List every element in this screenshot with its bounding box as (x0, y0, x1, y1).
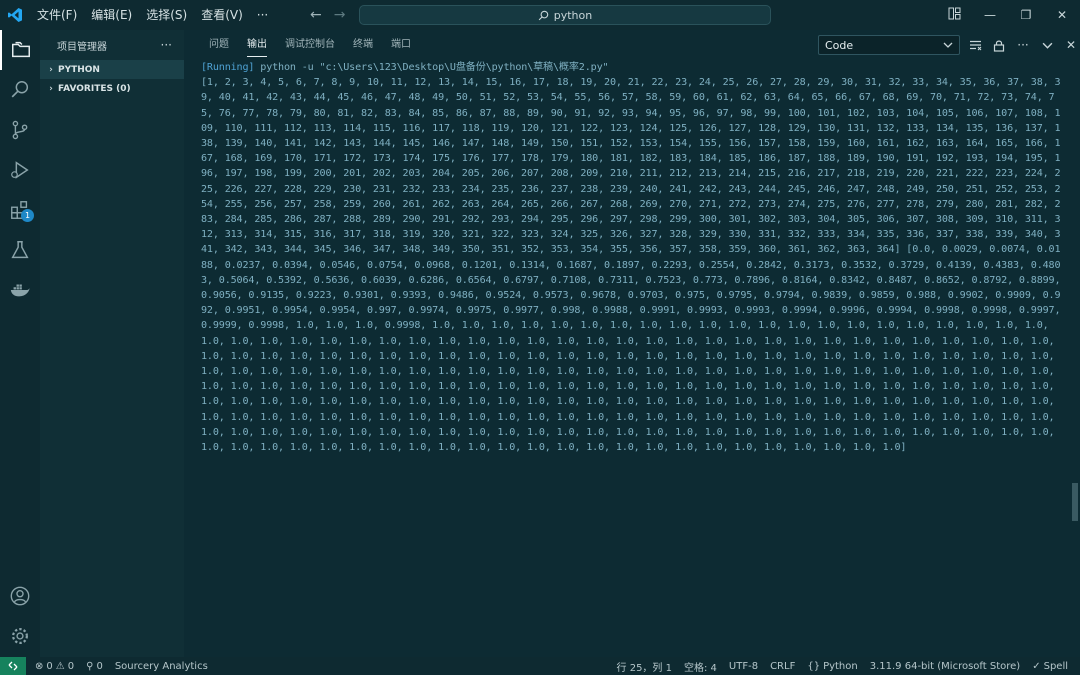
title-bar: 文件(F) 编辑(E) 选择(S) 查看(V) ··· ← → python —… (0, 0, 1080, 30)
panel-actions: ··· ✕ (966, 30, 1080, 60)
explorer-icon[interactable] (0, 30, 40, 70)
output-channel-select[interactable]: Code (818, 35, 960, 55)
output-panel: 问题 输出 调试控制台 终端 端口 Code ··· ✕ [Running] p… (184, 30, 1080, 657)
chevron-right-icon: › (49, 83, 53, 94)
warning-icon: ⚠ (55, 660, 65, 672)
error-count: 0 (46, 660, 53, 672)
menu-edit[interactable]: 编辑(E) (84, 0, 139, 30)
tab-output[interactable]: 输出 (238, 30, 276, 60)
run-debug-icon[interactable] (0, 150, 40, 190)
encoding[interactable]: UTF-8 (723, 661, 764, 672)
menu-selection[interactable]: 选择(S) (139, 0, 194, 30)
close-panel-icon[interactable]: ✕ (1062, 38, 1080, 52)
tab-terminal[interactable]: 终端 (344, 30, 382, 60)
extensions-badge: 1 (21, 209, 34, 222)
error-icon: ⊗ (35, 660, 44, 672)
braces-icon: {} (807, 660, 821, 672)
warning-count: 0 (67, 660, 75, 672)
status-bar: ⊗ 0 ⚠ 0 ⚲ 0 Sourcery Analytics 行 25，列 1 … (0, 657, 1080, 675)
indentation[interactable]: 空格: 4 (678, 659, 723, 674)
menu-file[interactable]: 文件(F) (30, 0, 84, 30)
run-command: python -u "c:\Users\123\Desktop\U盘备份\pyt… (254, 62, 609, 73)
sidebar-section-favorites[interactable]: › FAVORITES (0) (40, 79, 184, 98)
menu-more[interactable]: ··· (250, 0, 275, 30)
sidebar-header: 项目管理器 ··· (40, 30, 184, 60)
status-bar-right: 行 25，列 1 空格: 4 UTF-8 CRLF {} Python 3.11… (611, 657, 1080, 675)
python-interpreter[interactable]: 3.11.9 64-bit (Microsoft Store) (864, 661, 1026, 672)
chevron-right-icon: › (49, 64, 53, 75)
project-manager-sidebar: 项目管理器 ··· › PYTHON › FAVORITES (0) (40, 30, 184, 657)
window-controls: — ❐ ✕ (936, 0, 1080, 30)
chevron-down-icon (943, 42, 953, 48)
tab-problems[interactable]: 问题 (200, 30, 238, 60)
minimize-icon[interactable]: — (972, 8, 1008, 22)
output-channel-value: Code (825, 38, 854, 52)
spell-check[interactable]: ✓ Spell (1026, 661, 1080, 672)
sidebar-section-python[interactable]: › PYTHON (40, 60, 184, 79)
language-label: Python (823, 660, 858, 672)
lock-icon[interactable] (990, 39, 1008, 52)
sourcery-status[interactable]: Sourcery Analytics (109, 661, 214, 672)
search-sidebar-icon[interactable] (0, 70, 40, 110)
account-icon[interactable] (0, 576, 40, 616)
run-command-line: [Running] python -u "c:\Users\123\Deskto… (201, 60, 1061, 75)
sidebar-title: 项目管理器 (57, 41, 107, 53)
cursor-position[interactable]: 行 25，列 1 (611, 659, 678, 674)
ports-count: 0 (96, 660, 103, 672)
output-scrollbar[interactable] (1072, 483, 1078, 521)
antenna-icon: ⚲ (86, 660, 94, 672)
more-actions-icon[interactable]: ··· (161, 38, 172, 52)
command-center-search[interactable]: python (359, 5, 771, 25)
section-label: FAVORITES (0) (58, 83, 131, 94)
testing-flask-icon[interactable] (0, 230, 40, 270)
remote-indicator-icon[interactable] (0, 657, 26, 675)
tab-debug-console[interactable]: 调试控制台 (276, 30, 344, 60)
check-icon: ✓ (1032, 660, 1041, 672)
clear-output-icon[interactable] (966, 39, 984, 52)
problems-status[interactable]: ⊗ 0 ⚠ 0 (26, 661, 80, 672)
settings-gear-icon[interactable] (0, 616, 40, 656)
menu-view[interactable]: 查看(V) (194, 0, 250, 30)
activity-bar: 1 (0, 30, 40, 657)
maximize-panel-chevron-icon[interactable] (1038, 40, 1056, 51)
end-of-line[interactable]: CRLF (764, 661, 801, 672)
back-arrow-icon[interactable]: ← (310, 7, 322, 23)
more-icon[interactable]: ··· (1014, 38, 1032, 52)
section-label: PYTHON (58, 64, 100, 75)
restore-icon[interactable]: ❐ (1008, 8, 1044, 22)
nav-arrows: ← → (310, 0, 345, 30)
search-icon (538, 10, 549, 20)
program-output: [1, 2, 3, 4, 5, 6, 7, 8, 9, 10, 11, 12, … (201, 77, 1067, 454)
panel-tabs: 问题 输出 调试控制台 终端 端口 (184, 30, 814, 60)
menu-bar: 文件(F) 编辑(E) 选择(S) 查看(V) ··· (30, 0, 275, 30)
vscode-logo-icon (0, 0, 30, 30)
docker-icon[interactable] (0, 270, 40, 310)
layout-icon[interactable] (936, 7, 972, 23)
close-icon[interactable]: ✕ (1044, 8, 1080, 22)
tab-ports[interactable]: 端口 (382, 30, 420, 60)
source-control-icon[interactable] (0, 110, 40, 150)
output-text: [Running] python -u "c:\Users\123\Deskto… (201, 60, 1061, 520)
search-text: python (553, 8, 593, 22)
spell-label: Spell (1043, 660, 1068, 672)
language-mode[interactable]: {} Python (801, 661, 863, 672)
extensions-icon[interactable]: 1 (0, 190, 40, 230)
ports-status[interactable]: ⚲ 0 (80, 661, 109, 672)
forward-arrow-icon[interactable]: → (334, 7, 346, 23)
running-tag: [Running] (201, 62, 255, 73)
